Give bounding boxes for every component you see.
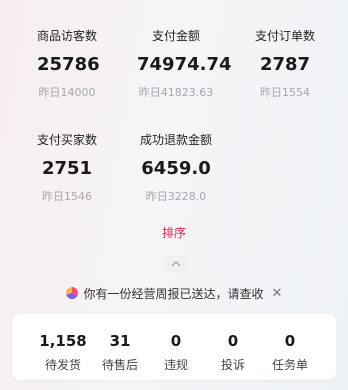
- todo-value: 31: [109, 332, 131, 350]
- notice-text: 你有一份经营周报已送达，请查收: [83, 286, 264, 301]
- metric-label: 商品访客数: [37, 29, 98, 43]
- weekly-report-notice[interactable]: 你有一份经营周报已送达，请查收 ✕: [0, 284, 348, 302]
- todo-value: 0: [170, 332, 182, 350]
- todo-value: 0: [284, 332, 296, 350]
- metric-value: 2751: [41, 158, 93, 179]
- metric-value: 74974.74: [137, 54, 232, 75]
- todo-task-orders[interactable]: 0 任务单: [262, 314, 318, 372]
- metric-previous: 昨日1546: [42, 190, 92, 203]
- metric-label: 支付订单数: [255, 29, 316, 43]
- todo-label: 投诉: [220, 358, 245, 372]
- metric-label: 支付金额: [151, 29, 200, 43]
- metric-paid-orders[interactable]: 支付订单数 2787 昨日1554: [255, 29, 315, 99]
- metric-previous: 昨日41823.63: [138, 86, 214, 99]
- close-icon[interactable]: ✕: [272, 287, 283, 300]
- report-logo-icon: [65, 287, 78, 299]
- collapse-button[interactable]: [164, 256, 188, 272]
- todo-value: 0: [227, 332, 239, 350]
- metric-previous: 昨日14000: [38, 86, 96, 99]
- todo-pending-shipment[interactable]: 1,158 待发货: [35, 314, 91, 372]
- todo-label: 待发货: [44, 358, 81, 372]
- chevron-up-icon: [171, 261, 181, 267]
- todo-value: 1,158: [39, 332, 87, 350]
- metric-label: 支付买家数: [37, 133, 98, 147]
- metric-value: 2787: [259, 54, 311, 75]
- metric-label: 成功退款金额: [139, 133, 212, 147]
- metric-payment-amount[interactable]: 支付金额 74974.74 昨日41823.63: [137, 29, 232, 99]
- todo-pending-after-sales[interactable]: 31 待售后: [92, 314, 148, 372]
- metric-previous: 昨日3228.0: [145, 190, 207, 203]
- metric-paid-buyers[interactable]: 支付买家数 2751 昨日1546: [37, 133, 97, 203]
- metric-previous: 昨日1554: [260, 86, 310, 99]
- sort-button[interactable]: 排序: [0, 226, 348, 240]
- todo-card: 1,158 待发货 31 待售后 0 违规 0 投诉 0 任务单: [12, 314, 336, 380]
- todo-complaints[interactable]: 0 投诉: [205, 314, 261, 372]
- todo-label: 违规: [163, 358, 188, 372]
- metric-product-visitors[interactable]: 商品访客数 25786 昨日14000: [37, 29, 100, 99]
- metric-value: 6459.0: [141, 158, 211, 179]
- metric-value: 25786: [37, 54, 100, 75]
- todo-violations[interactable]: 0 违规: [148, 314, 204, 372]
- todo-label: 任务单: [271, 358, 308, 372]
- todo-label: 待售后: [101, 358, 138, 372]
- metric-refund-amount[interactable]: 成功退款金额 6459.0 昨日3228.0: [138, 133, 214, 203]
